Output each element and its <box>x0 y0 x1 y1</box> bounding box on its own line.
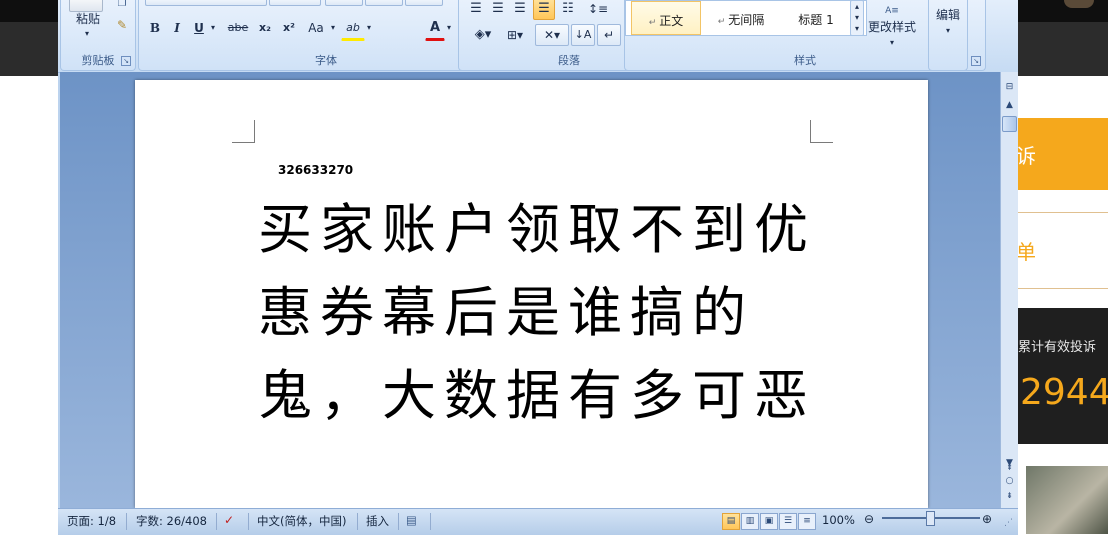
ribbon: 粘贴 ▾ ❐ ✎ 剪贴板 ↘ B I U ▾ abe x₂ x² Aa ▾ ab… <box>58 0 1018 73</box>
insert-mode-indicator[interactable]: 插入 <box>366 513 389 529</box>
zoom-slider-handle[interactable] <box>926 511 935 526</box>
styles-dialog-launcher-icon[interactable]: ↘ <box>971 56 981 66</box>
background-stats-label: 累计有效投诉 <box>1018 340 1097 355</box>
bold-button[interactable]: B <box>145 17 165 39</box>
change-case-button[interactable]: Aa <box>303 17 329 39</box>
styles-gallery: ↵ 正文 ↵ 无间隔 标题 1 <box>625 0 867 36</box>
scroll-up-icon[interactable]: ▲ <box>1001 98 1018 113</box>
status-bar: 页面: 1/8 字数: 26/408 ✓ 中文(简体，中国) 插入 ▤ ▤ ▥ … <box>58 508 1018 535</box>
editing-label: 编辑 <box>935 8 960 22</box>
chinese-layout-icon[interactable]: ✕▾ <box>535 24 569 46</box>
font-name-box[interactable] <box>145 0 267 6</box>
style-heading-1-label: 标题 1 <box>798 13 834 27</box>
borders-icon[interactable]: ⊞▾ <box>499 24 531 46</box>
font-color-dropdown-icon[interactable]: ▾ <box>443 17 455 39</box>
status-separator <box>248 513 249 530</box>
font-color-button[interactable]: A <box>425 17 445 41</box>
draft-view-icon[interactable]: ≡ <box>798 513 816 530</box>
status-separator <box>398 513 399 530</box>
outline-view-icon[interactable]: ☰ <box>779 513 797 530</box>
previous-page-icon[interactable]: ⇞ <box>1001 460 1018 475</box>
paste-button[interactable]: 粘贴 <box>67 8 109 28</box>
highlight-button[interactable]: ab <box>341 17 365 41</box>
document-id-line[interactable]: 326633270 <box>278 163 353 177</box>
scrollbar-thumb[interactable] <box>1002 116 1017 132</box>
status-separator <box>430 513 431 530</box>
font-size-box[interactable] <box>269 0 321 6</box>
web-layout-view-icon[interactable]: ▣ <box>760 513 778 530</box>
align-left-icon[interactable]: ☰ <box>465 0 487 20</box>
status-separator <box>357 513 358 530</box>
show-hide-marks-icon[interactable]: ↵ <box>597 24 621 46</box>
style-no-spacing-button[interactable]: ↵ 无间隔 <box>706 1 776 33</box>
page-indicator[interactable]: 页面: 1/8 <box>67 513 116 529</box>
vertical-scrollbar[interactable]: ⊟ ▲ ▼ ⇞ ○ ⇟ <box>1000 72 1018 508</box>
editing-button[interactable]: 编辑 ▾ <box>931 6 965 46</box>
background-complaint-button-label: 诉 <box>1016 144 1036 168</box>
copy-icon[interactable]: ❐ <box>113 0 131 12</box>
resize-grip-icon[interactable]: ⋰ <box>1004 518 1013 528</box>
format-painter-icon[interactable]: ✎ <box>113 16 131 34</box>
align-right-icon[interactable]: ☰ <box>509 0 531 20</box>
highlight-dropdown-icon[interactable]: ▾ <box>363 17 375 39</box>
paste-dropdown-icon[interactable]: ▾ <box>79 28 95 40</box>
ruler-toggle-icon[interactable]: ⊟ <box>1001 80 1018 95</box>
style-heading-1-button[interactable]: 标题 1 <box>781 1 851 33</box>
status-separator <box>126 513 127 530</box>
full-screen-reading-view-icon[interactable]: ▥ <box>741 513 759 530</box>
macro-record-icon[interactable]: ▤ <box>406 513 417 527</box>
background-divider <box>1018 212 1108 213</box>
change-styles-label: 更改样式 <box>867 20 916 34</box>
align-center-icon[interactable]: ☰ <box>487 0 509 20</box>
next-page-icon[interactable]: ⇟ <box>1001 488 1018 503</box>
background-thumbnail-image <box>1026 466 1108 534</box>
strikethrough-button[interactable]: abe <box>223 17 253 39</box>
clipboard-dialog-launcher-icon[interactable]: ↘ <box>121 56 131 66</box>
proofing-icon[interactable]: ✓ <box>224 513 234 527</box>
shading-icon[interactable]: ◈▾ <box>467 24 499 46</box>
zoom-out-icon[interactable]: ⊖ <box>864 512 874 526</box>
font-group-label: 字体 <box>315 54 337 67</box>
editing-group: 编辑 ▾ <box>928 0 968 71</box>
word-count[interactable]: 字数: 26/408 <box>136 513 207 529</box>
style-normal-button[interactable]: ↵ 正文 <box>631 1 701 35</box>
background-stats-number: 2944 <box>1020 372 1108 413</box>
underline-dropdown-icon[interactable]: ▾ <box>207 17 219 39</box>
zoom-in-icon[interactable]: ⊕ <box>982 512 992 526</box>
browse-object-icon[interactable]: ○ <box>1001 474 1018 489</box>
distributed-align-icon[interactable]: ☷ <box>557 0 579 20</box>
background-avatar <box>1064 0 1094 8</box>
subscript-button[interactable]: x₂ <box>253 17 277 39</box>
background-divider <box>1018 288 1108 289</box>
justify-icon[interactable]: ☰ <box>533 0 555 20</box>
style-normal-label: 正文 <box>659 14 684 28</box>
italic-button[interactable]: I <box>167 17 187 39</box>
clipboard-group: 粘贴 ▾ ❐ ✎ 剪贴板 ↘ <box>60 0 136 71</box>
change-case-dropdown-icon[interactable]: ▾ <box>327 17 339 39</box>
print-layout-view-icon[interactable]: ▤ <box>722 513 740 530</box>
document-body-text[interactable]: 买家账户领取不到优惠券幕后是谁搞的鬼，大数据有多可恶 <box>258 188 818 437</box>
change-styles-button[interactable]: A≡ 更改样式 ▾ <box>864 2 920 50</box>
margin-corner-mark <box>810 120 833 143</box>
clear-format-button[interactable] <box>405 0 443 6</box>
shrink-font-button[interactable] <box>365 0 403 6</box>
superscript-button[interactable]: x² <box>277 17 301 39</box>
underline-button[interactable]: U <box>189 17 209 39</box>
line-spacing-icon[interactable]: ↕≡ <box>583 0 613 20</box>
styles-scroll-icon[interactable]: ▴ ▾ ▾ <box>850 0 864 36</box>
style-no-spacing-label: 无间隔 <box>728 13 765 27</box>
background-order-link[interactable]: 单 <box>1016 236 1036 265</box>
status-separator <box>216 513 217 530</box>
margin-corner-mark <box>232 120 255 143</box>
language-indicator[interactable]: 中文(简体，中国) <box>257 513 346 529</box>
sort-icon[interactable]: ↓A <box>571 24 595 46</box>
zoom-level[interactable]: 100% <box>822 513 855 527</box>
grow-font-button[interactable] <box>325 0 363 6</box>
